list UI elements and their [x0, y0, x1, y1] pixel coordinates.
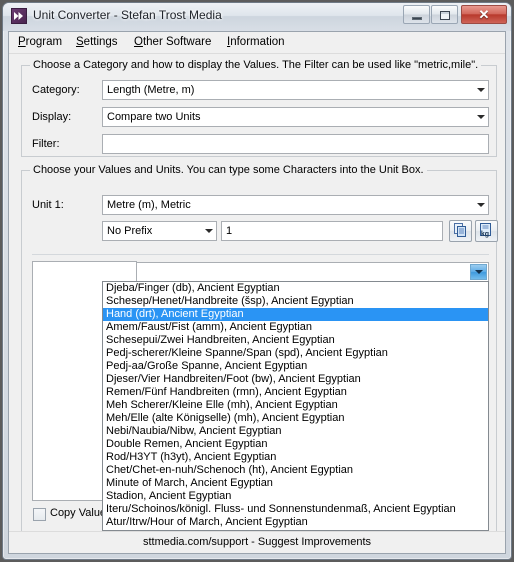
copy-values-checkbox[interactable]	[33, 508, 46, 521]
chevron-down-icon	[477, 203, 485, 207]
amount-input[interactable]: 1	[221, 221, 443, 241]
kg-button[interactable]: kg	[475, 220, 498, 242]
close-button[interactable]: ✕	[461, 5, 507, 24]
category-combo[interactable]: Length (Metre, m)	[102, 80, 489, 100]
list-item[interactable]: Meh/Elle (alte Königselle) (mh), Ancient…	[103, 412, 488, 425]
category-group-title: Choose a Category and how to display the…	[30, 59, 482, 71]
prefix-combo-value: No Prefix	[107, 225, 153, 237]
list-item[interactable]: Iteru/Schoinos/königl. Fluss- und Sonnen…	[103, 503, 488, 516]
menu-bar: Program Settings Other Software Informat…	[9, 32, 505, 54]
list-item[interactable]: Pedj-scherer/Kleine Spanne/Span (spd), A…	[103, 347, 488, 360]
menu-settings[interactable]: Settings	[76, 36, 118, 48]
list-item[interactable]: Amem/Faust/Fist (amm), Ancient Egyptian	[103, 321, 488, 334]
list-item[interactable]: Djeser/Vier Handbreiten/Foot (bw), Ancie…	[103, 373, 488, 386]
prefix-combo[interactable]: No Prefix	[102, 221, 217, 241]
filter-label: Filter:	[32, 138, 60, 150]
kg-document-icon: kg	[480, 223, 491, 238]
unit1-combo[interactable]: Metre (m), Metric	[102, 195, 489, 215]
menu-settings-accel: S	[76, 36, 84, 48]
minimize-button[interactable]	[403, 5, 430, 24]
list-item[interactable]: Chet/Chet-en-nuh/Schenoch (ht), Ancient …	[103, 464, 488, 477]
unit1-label: Unit 1:	[32, 199, 64, 211]
list-item[interactable]: Atur/Itrw/Hour of March, Ancient Egyptia…	[103, 516, 488, 529]
application-window: Unit Converter - Stefan Trost Media ✕ Pr…	[2, 2, 512, 560]
filter-input[interactable]	[102, 134, 489, 154]
display-label: Display:	[32, 111, 72, 123]
list-item[interactable]: Minute of March, Ancient Egyptian	[103, 477, 488, 490]
menu-program-label: rogram	[25, 36, 63, 48]
category-combo-value: Length (Metre, m)	[107, 84, 195, 96]
status-bar: sttmedia.com/support - Suggest Improveme…	[9, 531, 505, 553]
close-icon: ✕	[478, 7, 490, 22]
copy-icon	[454, 223, 466, 237]
list-item[interactable]: Pedj-aa/Große Spanne, Ancient Egyptian	[103, 360, 488, 373]
display-combo-value: Compare two Units	[107, 111, 201, 123]
menu-settings-label: ettings	[83, 36, 118, 48]
chevron-down-icon	[205, 229, 213, 233]
chevron-down-icon	[477, 88, 485, 92]
unit1-combo-value: Metre (m), Metric	[107, 199, 191, 211]
unit2-dropdown-toggle[interactable]	[470, 264, 487, 280]
list-item[interactable]: Rod/H3YT (h3yt), Ancient Egyptian	[103, 451, 488, 464]
list-item[interactable]: Schesep/Henet/Handbreite (šsp), Ancient …	[103, 295, 488, 308]
menu-other-software[interactable]: Other Software	[134, 36, 211, 48]
copy-button[interactable]	[449, 220, 472, 242]
menu-program-accel: P	[18, 36, 26, 48]
window-title: Unit Converter - Stefan Trost Media	[33, 8, 222, 22]
chevron-down-icon	[474, 270, 483, 274]
list-item[interactable]: Stadion, Ancient Egyptian	[103, 490, 488, 503]
menu-program[interactable]: Program	[18, 36, 62, 48]
list-item[interactable]: Schesepui/Zwei Handbreiten, Ancient Egyp…	[103, 334, 488, 347]
status-bar-text[interactable]: sttmedia.com/support - Suggest Improveme…	[143, 536, 371, 548]
list-item[interactable]: Nebi/Naubia/Nibw, Ancient Egyptian	[103, 425, 488, 438]
divider	[32, 254, 489, 255]
list-item[interactable]: Double Remen, Ancient Egyptian	[103, 438, 488, 451]
restore-icon	[440, 11, 450, 20]
unit2-dropdown-list[interactable]: Djeba/Finger (db), Ancient Egyptian Sches…	[102, 281, 489, 531]
list-item[interactable]: Hand (drt), Ancient Egyptian	[103, 308, 488, 321]
list-item[interactable]: Djeba/Finger (db), Ancient Egyptian	[103, 282, 488, 295]
client-area: Program Settings Other Software Informat…	[8, 31, 506, 554]
minimize-icon	[412, 17, 422, 20]
units-group-title: Choose your Values and Units. You can ty…	[30, 164, 427, 176]
maximize-restore-button[interactable]	[431, 5, 458, 24]
unit2-combo[interactable]: egypt	[102, 262, 489, 282]
display-combo[interactable]: Compare two Units	[102, 107, 489, 127]
menu-information[interactable]: Information	[227, 36, 285, 48]
menu-information-label: nformation	[230, 36, 285, 48]
category-label: Category:	[32, 84, 80, 96]
title-bar: Unit Converter - Stefan Trost Media ✕	[3, 3, 511, 31]
svg-text:kg: kg	[481, 231, 489, 238]
menu-other-software-label: ther Software	[142, 36, 212, 48]
double-arrow-icon	[11, 8, 27, 24]
menu-other-software-accel: O	[134, 36, 143, 48]
list-item[interactable]: Remen/Fünf Handbreiten (rmn), Ancient Eg…	[103, 386, 488, 399]
chevron-down-icon	[477, 115, 485, 119]
amount-input-value: 1	[226, 225, 233, 237]
list-item[interactable]: Meh Scherer/Kleine Elle (mh), Ancient Eg…	[103, 399, 488, 412]
